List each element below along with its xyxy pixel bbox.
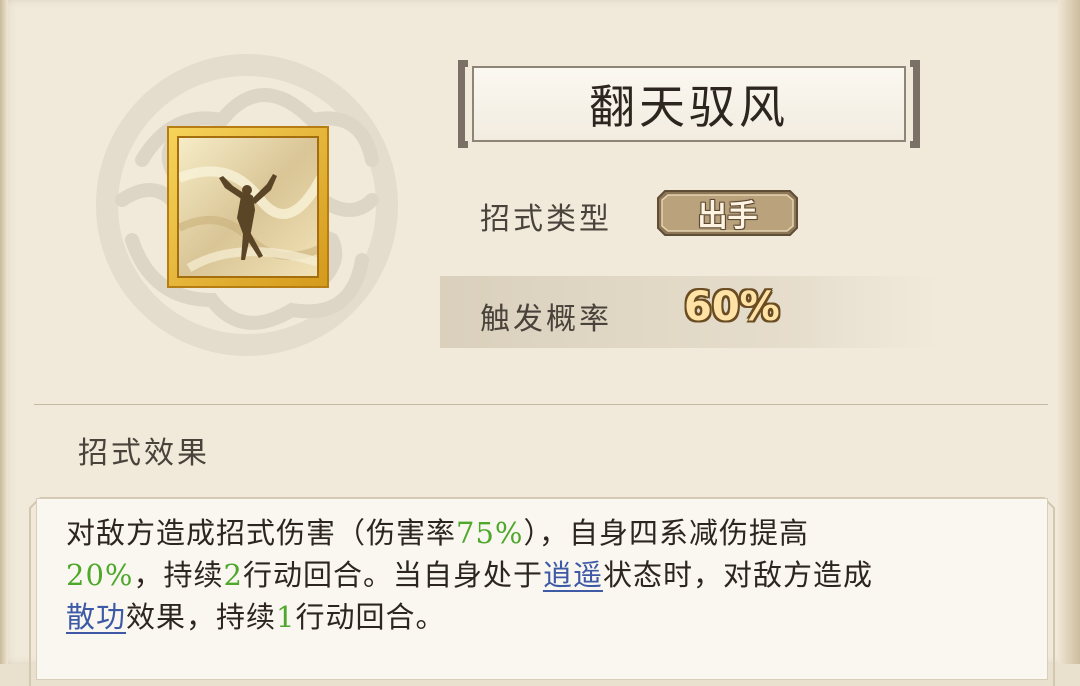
skill-icon-frame[interactable] bbox=[167, 126, 329, 288]
effect-text: 对敌方造成招式伤害（伤害率 bbox=[66, 516, 457, 550]
sangong-effect-link[interactable]: 散功 bbox=[66, 600, 126, 634]
skill-type-badge: 出手 bbox=[655, 188, 800, 238]
right-bracket-ornament bbox=[910, 60, 920, 148]
wind-dancer-icon bbox=[179, 138, 317, 276]
skill-detail-panel: 翻天驭风 招式类型 出手 触发概率 60% 招式效果 对敌方造成招式伤害（伤害率… bbox=[0, 0, 1080, 686]
section-divider bbox=[34, 404, 1048, 405]
effect-text: 状态时，对敌方造成 bbox=[602, 558, 873, 592]
xiaoyao-status-link[interactable]: 逍遥 bbox=[543, 558, 603, 592]
damage-reduction-value: 20% bbox=[66, 558, 134, 592]
effect-text: 行动回合。 bbox=[295, 600, 446, 634]
trigger-probability-label: 触发概率 bbox=[480, 302, 612, 337]
effect-text: 行动回合。当自身处于 bbox=[242, 558, 543, 592]
effect-section-title: 招式效果 bbox=[78, 436, 210, 471]
effect-description: 对敌方造成招式伤害（伤害率75%），自身四系减伤提高 20%，持续2行动回合。当… bbox=[66, 512, 1026, 638]
skill-name: 翻天驭风 bbox=[589, 80, 789, 134]
duration-value: 2 bbox=[223, 558, 243, 592]
effect-text: ），自身四系减伤提高 bbox=[523, 516, 809, 550]
damage-rate-value: 75% bbox=[456, 516, 524, 550]
sangong-duration-value: 1 bbox=[276, 600, 296, 634]
panel-left-edge bbox=[0, 0, 8, 664]
panel-right-edge bbox=[1058, 0, 1080, 664]
left-bracket-ornament bbox=[458, 60, 468, 148]
skill-name-banner: 翻天驭风 bbox=[458, 60, 920, 148]
trigger-probability-value: 60% bbox=[684, 284, 780, 330]
skill-type-value: 出手 bbox=[697, 199, 758, 234]
effect-text: 效果，持续 bbox=[126, 600, 277, 634]
effect-text: ，持续 bbox=[133, 558, 224, 592]
skill-type-label: 招式类型 bbox=[480, 202, 612, 237]
